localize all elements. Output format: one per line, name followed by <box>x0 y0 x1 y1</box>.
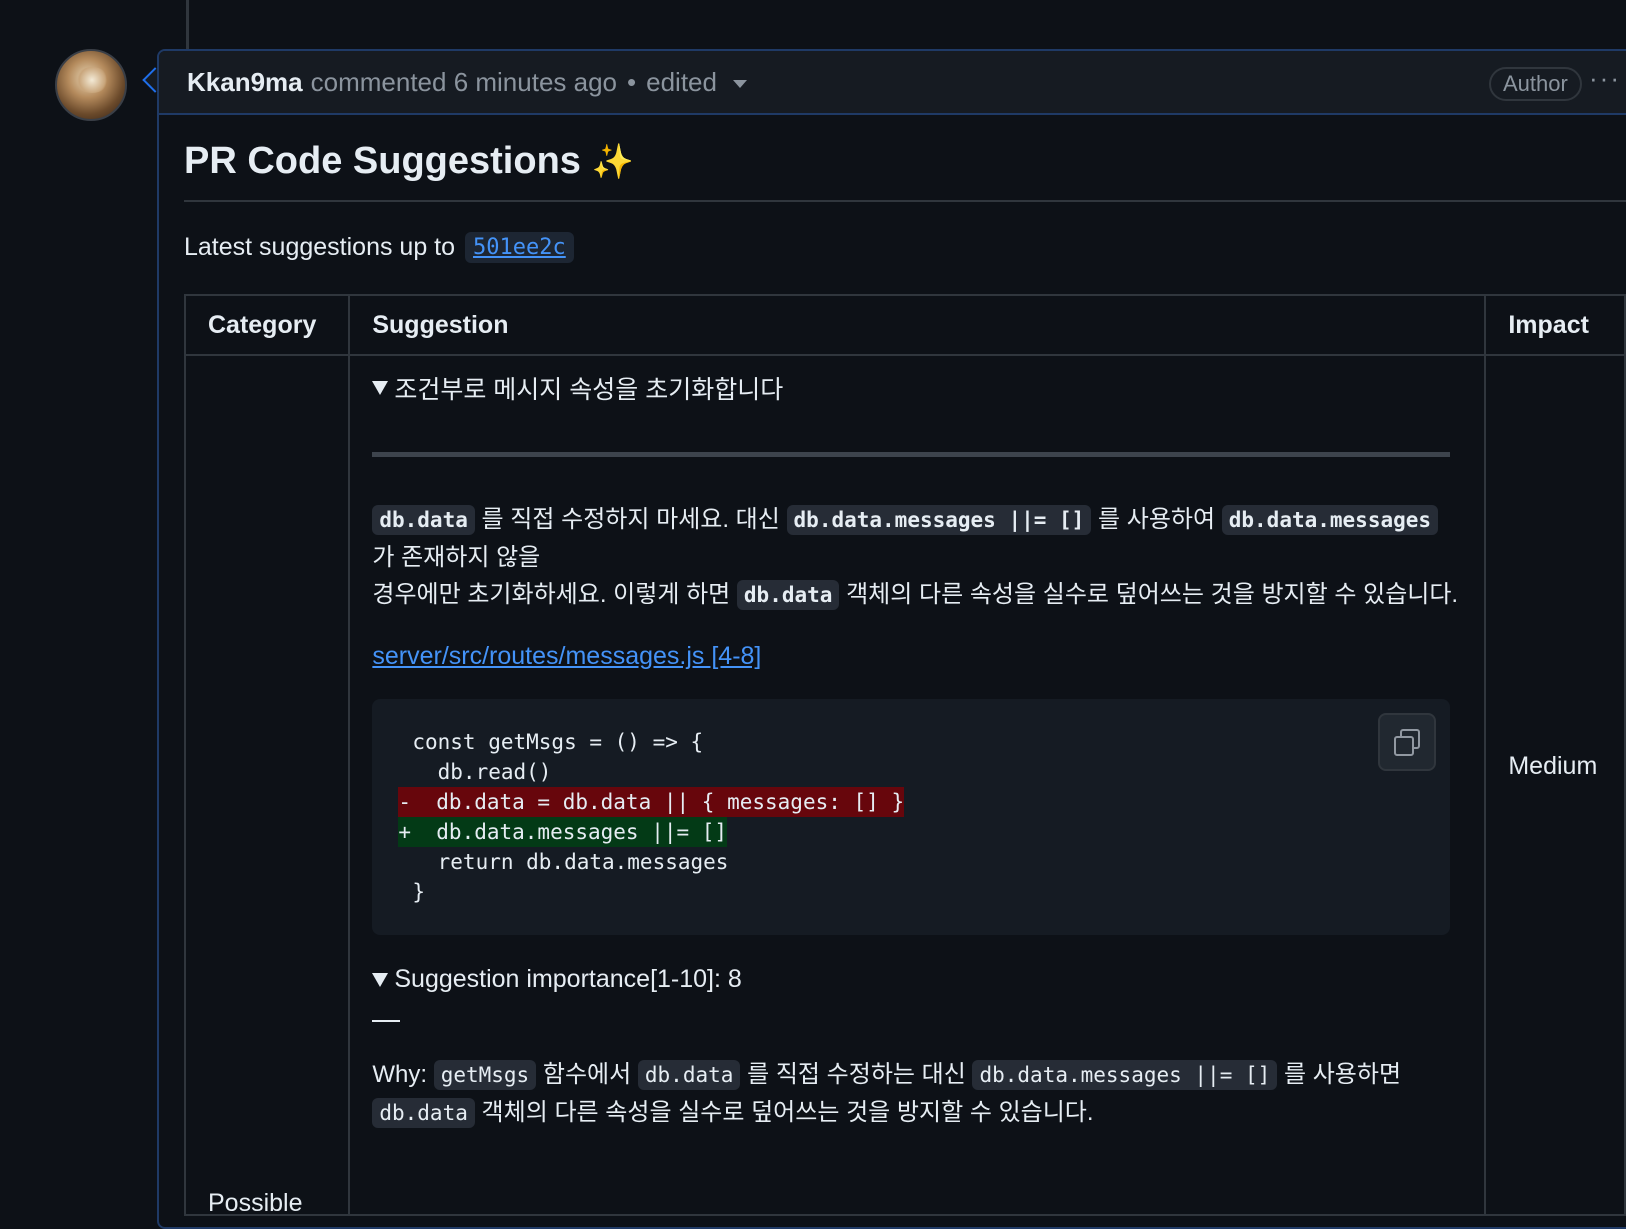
comment-timestamp[interactable]: commented 6 minutes ago <box>311 67 617 98</box>
inline-code: db.data.messages ||= [] <box>786 505 1092 535</box>
author-badge: Author <box>1489 67 1582 101</box>
file-link[interactable]: server/src/routes/messages.js [4-8] <box>372 642 1462 671</box>
disclosure-triangle-icon <box>372 381 389 395</box>
suggestion-description: db.data 를 직접 수정하지 마세요. 대신 db.data.messag… <box>372 501 1462 614</box>
code-line-deleted: - db.data = db.data || { messages: [] } <box>398 787 905 817</box>
code-line: db.read() <box>412 760 552 784</box>
comment-header: Kkan9ma commented 6 minutes ago • edited… <box>159 51 1626 115</box>
kebab-menu-icon[interactable]: ··· <box>1589 63 1621 94</box>
category-cell: Possible <box>183 354 351 1217</box>
why-text: 를 사용하면 <box>1283 1061 1402 1088</box>
header-category: Category <box>183 294 351 356</box>
horizontal-rule <box>372 452 1451 457</box>
header-impact: Impact <box>1484 294 1626 356</box>
title-divider <box>184 200 1626 202</box>
code-line: const getMsgs = () => { <box>412 730 704 754</box>
impact-cell: Medium <box>1484 354 1626 1216</box>
suggestion-summary-toggle[interactable]: 조건부로 메시지 속성을 초기화합니다 <box>372 370 1462 406</box>
separator-dot: • <box>627 66 637 97</box>
code-line: } <box>412 880 426 904</box>
why-text: 함수에서 <box>542 1061 632 1088</box>
why-text: 객체의 다른 속성을 실수로 덮어쓰는 것을 방지할 수 있습니다. <box>481 1099 1094 1126</box>
description-text: 가 존재하지 않을 <box>372 544 541 571</box>
latest-suggestions-line: Latest suggestions up to 501ee2c <box>184 232 574 263</box>
table-header-row: Category Suggestion Impact <box>183 294 1626 356</box>
inline-code: db.data.messages <box>1221 505 1439 535</box>
table-row: Possible 조건부로 메시지 속성을 초기화합니다 db.data 를 직… <box>183 354 1626 1217</box>
copy-icon-front <box>1394 736 1415 756</box>
edited-dropdown[interactable]: edited <box>646 67 747 98</box>
description-text: 객체의 다른 속성을 실수로 덮어쓰는 것을 방지할 수 있습니다. <box>846 581 1459 608</box>
description-text: 경우에만 초기화하세요. 이렇게 하면 <box>372 581 731 608</box>
commit-sha-link[interactable]: 501ee2c <box>465 232 574 263</box>
code-block: const getMsgs = () => { db.read() - db.d… <box>372 699 1451 935</box>
code-line: return db.data.messages <box>412 850 729 874</box>
latest-prefix: Latest suggestions up to <box>184 233 456 261</box>
inline-code: db.data.messages ||= [] <box>972 1060 1278 1090</box>
suggestions-table: Category Suggestion Impact Possible 조건부로… <box>183 294 1626 1217</box>
why-explanation: Why: getMsgs 함수에서 db.data 를 직접 수정하는 대신 d… <box>372 1056 1462 1132</box>
inline-code: db.data <box>372 505 475 535</box>
importance-toggle[interactable]: Suggestion importance[1-10]: 8 <box>372 965 1462 994</box>
page-title: PR Code Suggestions ✨ <box>184 140 634 183</box>
why-label: Why: <box>372 1061 428 1088</box>
inline-code: getMsgs <box>433 1060 537 1090</box>
timeline-line <box>186 0 189 50</box>
header-suggestion: Suggestion <box>348 294 1487 356</box>
description-text: 를 사용하여 <box>1098 506 1216 533</box>
author-link[interactable]: Kkan9ma <box>187 67 303 98</box>
suggestion-cell: 조건부로 메시지 속성을 초기화합니다 db.data 를 직접 수정하지 마세… <box>348 354 1487 1216</box>
edited-label: edited <box>646 66 717 97</box>
inline-code: db.data <box>736 580 840 610</box>
code-line-added: + db.data.messages ||= [] <box>398 817 728 847</box>
copy-button[interactable] <box>1378 713 1437 771</box>
disclosure-triangle-icon <box>372 972 389 987</box>
sparkles-icon: ✨ <box>591 143 634 181</box>
chevron-down-icon <box>732 80 747 88</box>
description-text: 를 직접 수정하지 마세요. 대신 <box>481 506 780 533</box>
title-text: PR Code Suggestions <box>184 140 581 182</box>
em-dash <box>372 1020 401 1022</box>
impact-value: Medium <box>1508 752 1598 780</box>
inline-code: db.data <box>637 1060 741 1090</box>
importance-label: Suggestion importance[1-10]: 8 <box>394 965 742 993</box>
suggestion-summary: 조건부로 메시지 속성을 초기화합니다 <box>394 376 784 404</box>
why-text: 를 직접 수정하는 대신 <box>747 1061 966 1088</box>
avatar[interactable] <box>55 49 127 121</box>
inline-code: db.data <box>372 1098 475 1128</box>
